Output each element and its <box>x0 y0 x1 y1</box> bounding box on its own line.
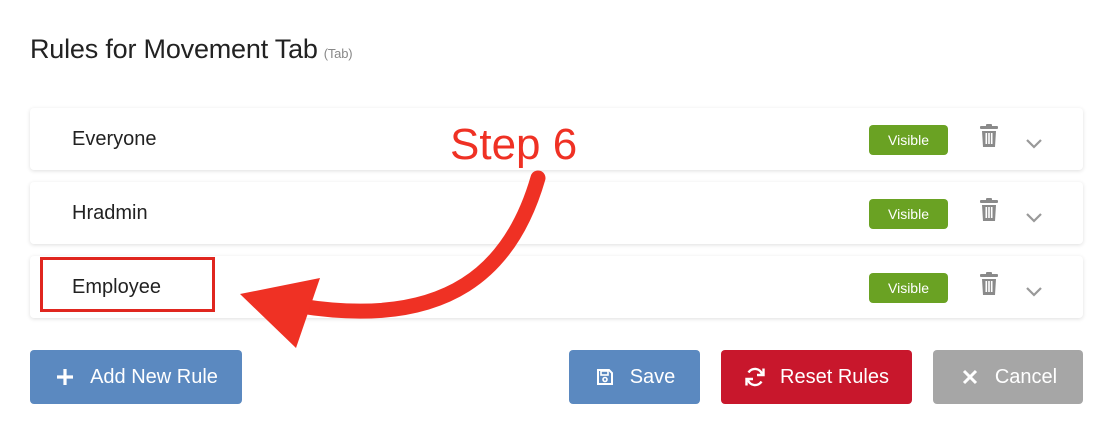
annotation-arrow-icon <box>240 170 546 348</box>
